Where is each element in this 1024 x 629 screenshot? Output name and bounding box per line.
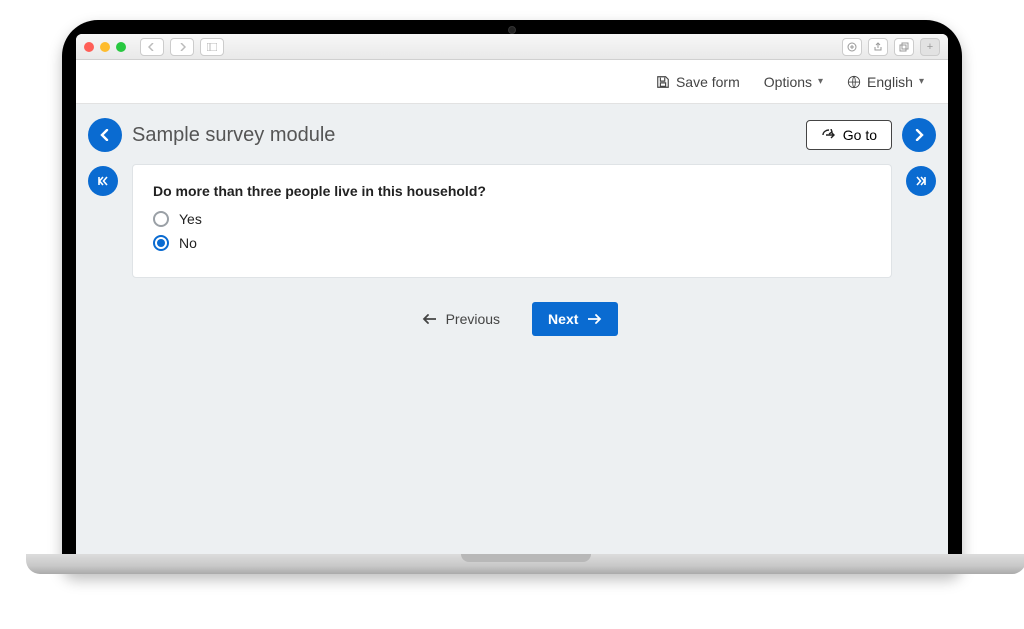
browser-newtab-button[interactable]: + (920, 38, 940, 56)
browser-back-button[interactable] (140, 38, 164, 56)
app-toolbar: Save form Options ▾ English ▾ (76, 60, 948, 104)
minimize-window-icon[interactable] (100, 42, 110, 52)
nav-prev-circle-button[interactable] (88, 118, 122, 152)
chevron-down-icon: ▾ (818, 76, 823, 87)
browser-chrome: + (76, 34, 948, 60)
camera-dot (508, 26, 516, 34)
goto-label: Go to (843, 127, 877, 143)
goto-arrow-icon (821, 129, 835, 141)
maximize-window-icon[interactable] (116, 42, 126, 52)
language-menu[interactable]: English ▾ (847, 74, 924, 90)
window-traffic-lights (84, 42, 126, 52)
browser-share-button[interactable] (868, 38, 888, 56)
question-card: Do more than three people live in this h… (132, 164, 892, 278)
globe-icon (847, 75, 861, 89)
browser-tabs-button[interactable] (894, 38, 914, 56)
options-menu[interactable]: Options ▾ (764, 74, 823, 90)
nav-last-button[interactable] (906, 166, 936, 196)
laptop-base (26, 554, 1024, 574)
close-window-icon[interactable] (84, 42, 94, 52)
page-title: Sample survey module (132, 124, 335, 147)
save-icon (656, 75, 670, 89)
browser-add-button[interactable] (842, 38, 862, 56)
footer-nav: Previous Next (132, 302, 892, 336)
radio-icon (153, 235, 169, 251)
content-area: Sample survey module Go to Do more than … (76, 104, 948, 554)
radio-label: Yes (179, 211, 202, 227)
screen: + Save form Options ▾ English ▾ (76, 34, 948, 554)
nav-first-button[interactable] (88, 166, 118, 196)
previous-button[interactable]: Previous (406, 302, 516, 336)
save-form-label: Save form (676, 74, 740, 90)
question-text: Do more than three people live in this h… (153, 183, 871, 199)
radio-label: No (179, 235, 197, 251)
browser-sidebar-button[interactable] (200, 38, 224, 56)
radio-option-yes[interactable]: Yes (153, 211, 871, 227)
language-label: English (867, 74, 913, 90)
goto-button[interactable]: Go to (806, 120, 892, 150)
laptop-frame: + Save form Options ▾ English ▾ (62, 20, 962, 574)
radio-icon (153, 211, 169, 227)
next-label: Next (548, 311, 578, 327)
browser-forward-button[interactable] (170, 38, 194, 56)
next-button[interactable]: Next (532, 302, 618, 336)
save-form-button[interactable]: Save form (656, 74, 740, 90)
radio-option-no[interactable]: No (153, 235, 871, 251)
nav-next-circle-button[interactable] (902, 118, 936, 152)
header-row: Sample survey module Go to (132, 120, 892, 150)
arrow-right-icon (588, 313, 602, 325)
chevron-down-icon: ▾ (919, 76, 924, 87)
previous-label: Previous (446, 311, 500, 327)
arrow-left-icon (422, 313, 436, 325)
options-label: Options (764, 74, 812, 90)
